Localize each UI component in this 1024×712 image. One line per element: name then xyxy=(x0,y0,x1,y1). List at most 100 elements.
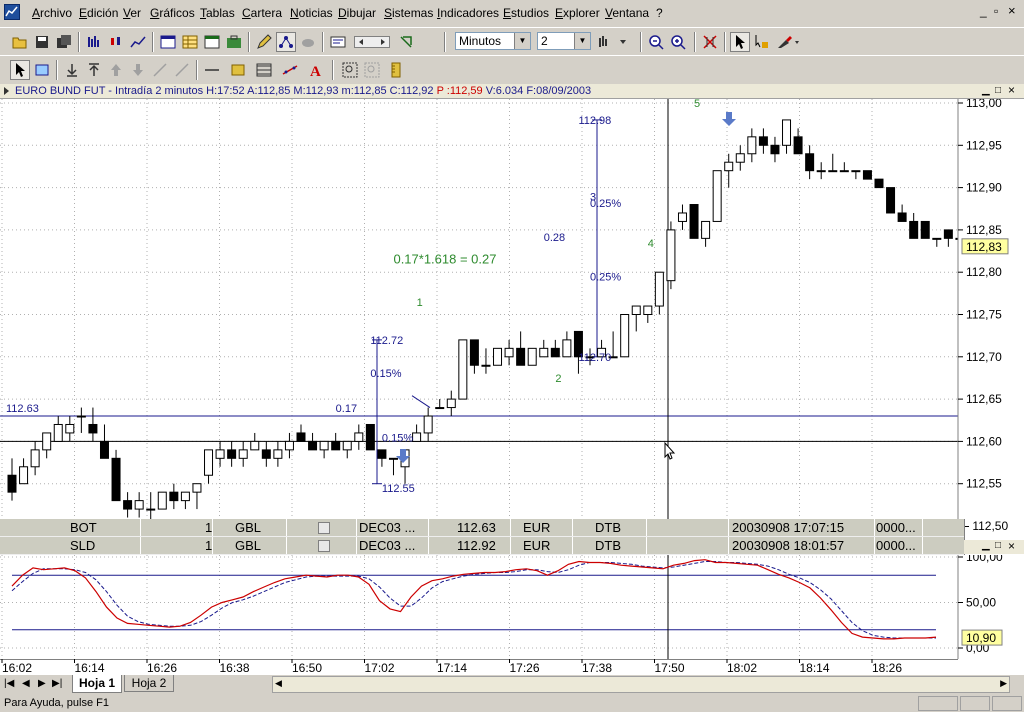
scroll-left-right-icon[interactable] xyxy=(352,32,392,52)
arrow-up-icon[interactable] xyxy=(106,60,126,80)
min-label: m: xyxy=(341,85,354,97)
candle-body-up xyxy=(250,440,260,451)
m-value: 112,93 xyxy=(305,85,339,97)
status-bar: Para Ayuda, pulse F1 xyxy=(0,694,1024,712)
brush-dropdown-icon[interactable] xyxy=(774,32,802,52)
next-sheet-icon[interactable]: ▶ xyxy=(38,678,46,689)
chart-maximize-button[interactable]: □ xyxy=(995,84,1001,98)
calendar-icon[interactable] xyxy=(202,32,222,52)
chart-style-dropdown[interactable] xyxy=(596,32,630,52)
arrow-up-line-icon[interactable] xyxy=(84,60,104,80)
f-value: 08/09/2003 xyxy=(536,85,592,97)
menu-ventana[interactable]: Ventana xyxy=(605,6,649,20)
menu-sistemas[interactable]: Sistemas xyxy=(384,6,433,20)
chart-annotation: 0.17*1.618 = 0.27 xyxy=(393,252,496,267)
close-button[interactable]: × xyxy=(1008,3,1016,18)
scale-icon[interactable] xyxy=(386,60,406,80)
chart-close-button[interactable]: × xyxy=(1008,83,1015,97)
scroll-right-icon[interactable]: ▶ xyxy=(1000,678,1007,689)
text-tool-icon[interactable]: A xyxy=(306,60,326,80)
menu-indicadores[interactable]: Indicadores xyxy=(437,6,499,20)
tab-hoja-1[interactable]: Hoja 1 xyxy=(72,675,122,693)
price-chart[interactable]: 112.63 0.17 112.72 0.15% 0.15% 112.55 0.17*1.6… xyxy=(0,99,1024,519)
time-axis-label: 17:38 xyxy=(582,661,612,675)
channel-icon[interactable] xyxy=(254,60,274,80)
menu-noticias[interactable]: Noticias xyxy=(290,6,333,20)
select-arrow-icon[interactable] xyxy=(10,60,30,80)
menu-estudios[interactable]: Estudios xyxy=(503,6,549,20)
trade-cell-symbol: GBL xyxy=(235,538,262,553)
network-icon[interactable] xyxy=(276,32,296,52)
candle-body-up xyxy=(654,271,664,307)
candle-chart-icon[interactable] xyxy=(106,32,126,52)
osc-maximize-button[interactable]: □ xyxy=(995,540,1001,551)
open-folder-icon[interactable] xyxy=(10,32,30,52)
save-icon[interactable] xyxy=(32,32,52,52)
osc-minimize-button[interactable]: ▁ xyxy=(982,540,990,551)
select-rect-icon[interactable] xyxy=(32,60,52,80)
menu-graficos[interactable]: Gráficos xyxy=(150,6,195,20)
interval-unit-select[interactable]: Minutos ▼ xyxy=(455,32,531,50)
osc-close-button[interactable]: × xyxy=(1008,539,1015,553)
restore-button[interactable]: ▫ xyxy=(994,4,998,18)
window-icon[interactable] xyxy=(158,32,178,52)
cell-divider xyxy=(874,519,875,536)
compress-icon[interactable] xyxy=(396,32,416,52)
app-icon[interactable] xyxy=(4,4,20,20)
save-all-icon[interactable] xyxy=(54,32,74,52)
line-chart-icon[interactable] xyxy=(128,32,148,52)
cell-divider xyxy=(922,537,923,554)
h-label: H: xyxy=(206,85,218,97)
menu-help[interactable]: ? xyxy=(656,6,663,20)
chart-minimize-button[interactable]: ▁ xyxy=(982,84,990,98)
portfolio-icon[interactable] xyxy=(224,32,244,52)
pencil-icon[interactable] xyxy=(254,32,274,52)
fibonacci-icon[interactable] xyxy=(280,60,300,80)
zoom-in-icon[interactable] xyxy=(668,32,688,52)
menu-cartera[interactable]: Cartera xyxy=(242,6,282,20)
cloud-icon[interactable] xyxy=(298,32,318,52)
zoom-reset-icon[interactable] xyxy=(362,60,382,80)
horizontal-scrollbar[interactable]: ◀ ▶ xyxy=(272,676,1010,693)
ray-line-icon[interactable] xyxy=(172,60,192,80)
cursor-arrow-icon[interactable] xyxy=(730,32,750,52)
properties-icon[interactable] xyxy=(328,32,348,52)
candle xyxy=(458,339,468,400)
interval-value-select[interactable]: 2 ▼ xyxy=(537,32,591,50)
menu-explorer[interactable]: Explorer xyxy=(555,6,600,20)
trade-row[interactable]: SLD 1 GBL DEC03 ... 112.92 EUR DTB 20030908 18:… xyxy=(0,537,964,555)
time-axis-label: 17:26 xyxy=(510,661,540,675)
menu-edicion[interactable]: Edición xyxy=(79,6,118,20)
trade-row[interactable]: BOT 1 GBL DEC03 ... 112.63 EUR DTB 20030908 17:… xyxy=(0,519,964,537)
trendline-icon[interactable] xyxy=(150,60,170,80)
expand-arrow-icon[interactable] xyxy=(4,87,9,95)
minimize-button[interactable]: _ xyxy=(980,4,987,18)
chevron-down-icon[interactable]: ▼ xyxy=(514,33,530,49)
menu-ver[interactable]: Ver xyxy=(123,6,141,20)
chevron-down-icon[interactable]: ▼ xyxy=(574,33,590,49)
crosshair-chart-icon[interactable] xyxy=(700,32,720,52)
trade-checkbox[interactable] xyxy=(318,522,330,534)
rectangle-icon[interactable] xyxy=(228,60,248,80)
last-sheet-icon[interactable]: ▶| xyxy=(52,678,62,689)
zoom-area-icon[interactable] xyxy=(340,60,360,80)
pointer-flag-icon[interactable] xyxy=(752,32,772,52)
tab-hoja-2[interactable]: Hoja 2 xyxy=(124,675,174,692)
table-icon[interactable] xyxy=(180,32,200,52)
bar-chart-icon[interactable] xyxy=(84,32,104,52)
stochastic-oscillator[interactable]: 100,0050,000,0010,90 xyxy=(0,555,1024,659)
trade-checkbox[interactable] xyxy=(318,540,330,552)
arrow-down-icon[interactable] xyxy=(128,60,148,80)
menu-dibujar[interactable]: Dibujar xyxy=(338,6,376,20)
y-axis-label: 112,80 xyxy=(966,265,1002,279)
zoom-out-icon[interactable] xyxy=(646,32,666,52)
menu-archivo[interactable]: Archivo xyxy=(32,6,72,20)
candle-body-up xyxy=(458,339,468,400)
prev-sheet-icon[interactable]: ◀ xyxy=(22,678,30,689)
menu-tablas[interactable]: Tablas xyxy=(200,6,235,20)
horizontal-line-icon[interactable] xyxy=(202,60,222,80)
trade-cell-side: BOT xyxy=(70,520,97,535)
first-sheet-icon[interactable]: |◀ xyxy=(4,678,14,689)
arrow-down-line-icon[interactable] xyxy=(62,60,82,80)
scroll-left-icon[interactable]: ◀ xyxy=(275,678,282,689)
